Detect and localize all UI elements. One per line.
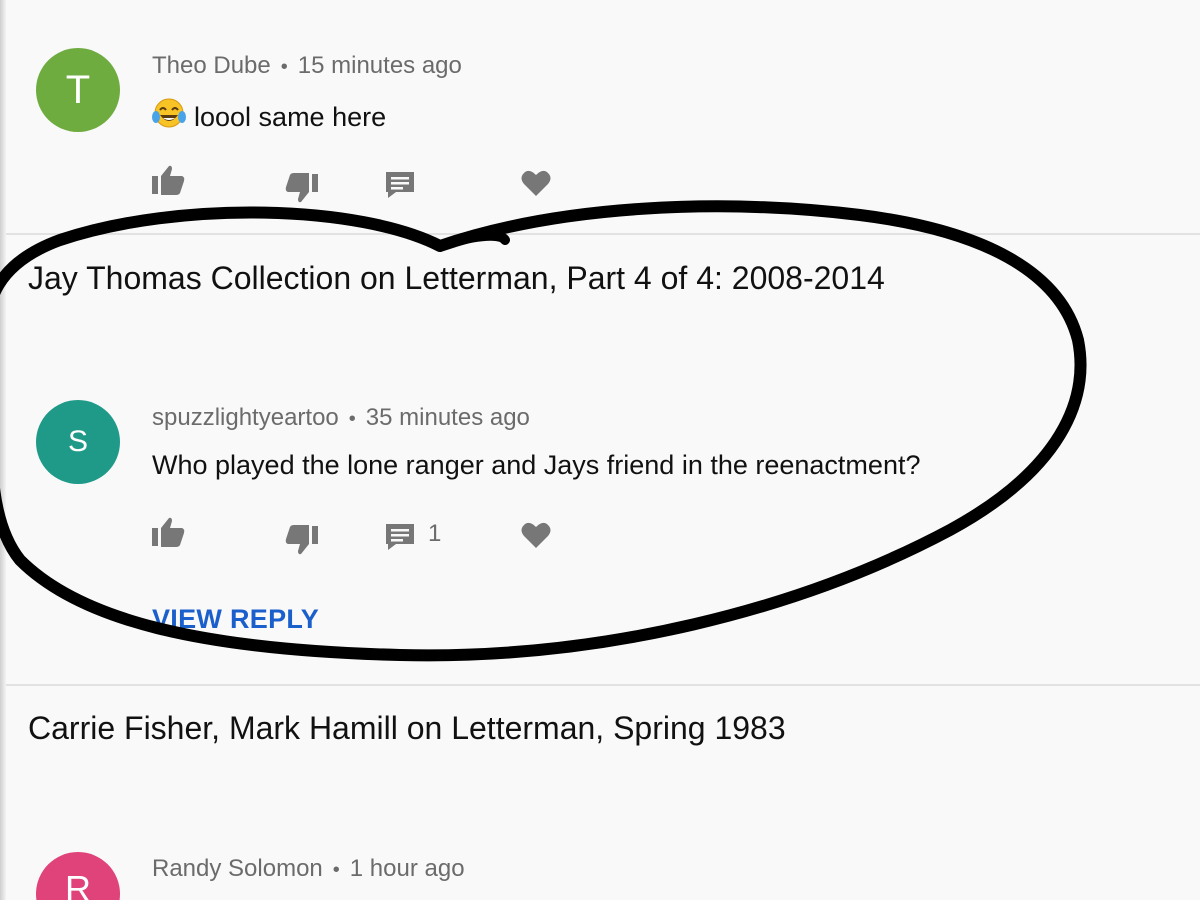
avatar-letter: R	[65, 868, 91, 900]
heart-icon[interactable]	[520, 520, 552, 555]
heart-icon[interactable]	[520, 168, 552, 203]
comment-divider	[6, 233, 1200, 235]
reply-icon[interactable]	[384, 170, 416, 205]
reply-icon[interactable]	[384, 522, 416, 557]
view-reply-button[interactable]: VIEW REPLY	[152, 604, 319, 635]
comment-time: 35 minutes ago	[365, 404, 530, 431]
comment-divider	[6, 684, 1200, 686]
avatar[interactable]: S	[36, 400, 120, 484]
comment-time: 1 hour ago	[349, 855, 465, 882]
author-name[interactable]: spuzzlightyeartoo	[152, 404, 339, 431]
avatar-letter: T	[65, 67, 91, 112]
author-name[interactable]: Theo Dube	[152, 52, 271, 79]
avatar[interactable]: R	[36, 852, 120, 900]
video-title[interactable]: Carrie Fisher, Mark Hamill on Letterman,…	[28, 710, 786, 747]
like-icon[interactable]	[150, 516, 186, 553]
dislike-icon[interactable]	[284, 172, 320, 209]
dislike-icon[interactable]	[284, 524, 320, 561]
meta-separator: •	[348, 408, 356, 430]
comment-text: loool same here	[152, 98, 386, 137]
avatar[interactable]: T	[36, 48, 120, 132]
left-edge-shadow	[0, 0, 6, 900]
video-title[interactable]: Jay Thomas Collection on Letterman, Part…	[28, 260, 885, 297]
author-name[interactable]: Randy Solomon	[152, 855, 323, 882]
like-icon[interactable]	[150, 164, 186, 201]
comment-time: 15 minutes ago	[297, 52, 462, 79]
meta-separator: •	[332, 859, 340, 881]
meta-separator: •	[280, 56, 288, 78]
comments-feed: T Theo Dube • 15 minutes ago loool same he…	[0, 0, 1200, 900]
comment-body: Who played the lone ranger and Jays frie…	[152, 450, 921, 480]
comment-meta: spuzzlightyeartoo • 35 minutes ago	[152, 404, 530, 432]
comment-meta: Theo Dube • 15 minutes ago	[152, 52, 462, 80]
comment-meta: Randy Solomon • 1 hour ago	[152, 855, 465, 883]
avatar-letter: S	[67, 425, 88, 458]
tears-of-joy-emoji-icon	[152, 98, 186, 137]
comment-body: loool same here	[194, 102, 387, 132]
reply-count: 1	[428, 520, 442, 547]
